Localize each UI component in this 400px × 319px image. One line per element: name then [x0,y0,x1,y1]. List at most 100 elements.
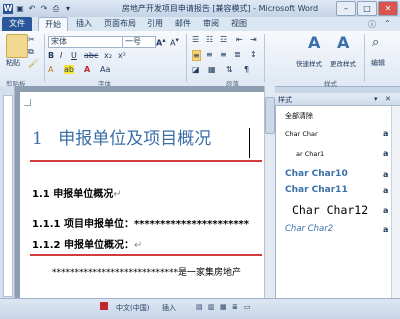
shading-icon[interactable]: ◪ [192,65,200,74]
style-type-icon: a [383,129,389,138]
pane-close-icon[interactable]: ✕ [385,95,391,103]
style-clear-all[interactable]: 全部清除 [285,111,313,121]
font-name-select[interactable]: 宋体 [48,36,124,48]
strikethrough-icon[interactable]: abc [84,51,98,60]
find-icon[interactable]: ⌕ [372,35,379,50]
ribbon: 粘贴 ✂ ⧉ 🖌 剪贴板 宋体 一号 A▴ A▾ B I U abc x₂ x²… [0,31,400,88]
justify-icon[interactable]: ≣ [234,50,241,59]
group-label-styles: 样式 [324,80,337,88]
italic-icon[interactable]: I [60,51,62,60]
tab-file[interactable]: 文件 [2,17,32,31]
view-draft-icon[interactable]: ▭ [244,303,251,311]
style-item[interactable]: ar Char1 [296,150,324,158]
format-painter-icon[interactable]: 🖌 [28,59,38,68]
sort-icon[interactable]: ⇅ [226,65,233,74]
style-item[interactable]: Char Char [285,130,318,138]
help-icon[interactable]: ⓘ [368,19,376,30]
status-insert-mode[interactable]: 插入 [162,303,176,313]
subscript-icon[interactable]: x₂ [104,51,112,60]
status-language[interactable]: 中文(中国) [116,303,149,313]
highlight-icon[interactable]: ab [64,65,74,74]
divider [44,34,45,82]
divider [364,34,365,82]
tab-review[interactable]: 审阅 [200,17,222,31]
heading-1-text: 申报单位及项目概况 [58,129,212,149]
tab-view[interactable]: 视图 [228,17,250,31]
word-logo-icon[interactable]: W [3,3,13,14]
superscript-icon[interactable]: x² [118,51,126,60]
borders-icon[interactable]: ▦ [208,65,216,74]
save-icon[interactable]: ▣ [15,4,25,14]
quick-styles-icon[interactable]: A [308,33,320,52]
font-size-select[interactable]: 一号 [122,36,156,48]
heading-1-number: 1 [32,129,43,149]
font-color-icon[interactable]: A [84,65,90,74]
shrink-font-icon[interactable]: A▾ [170,36,179,48]
proofing-icon[interactable] [100,302,108,310]
increase-indent-icon[interactable]: ⇥ [250,35,257,44]
heading-2[interactable]: 1.1 申报单位概况↵ [32,185,122,200]
style-item[interactable]: Char Char10 [285,169,348,179]
view-print-layout-icon[interactable]: ▤ [196,303,203,311]
scrollbar-thumb[interactable] [265,97,275,134]
underline-icon[interactable]: U [71,51,77,60]
styles-pane-header [275,93,400,106]
tab-insert[interactable]: 插入 [72,17,96,31]
view-web-icon[interactable]: ▦ [220,303,227,311]
customize-icon[interactable]: ▾ [63,4,73,14]
align-right-icon[interactable]: ≡ [220,50,227,59]
print-icon[interactable]: ⎙ [51,4,61,14]
styles-pane-scrollbar[interactable] [391,106,400,298]
style-item[interactable]: Char Char12 [292,203,368,217]
window-controls: – □ ✕ [336,1,398,16]
view-full-screen-icon[interactable]: ▥ [208,303,215,311]
heading-3-project-unit[interactable]: 1.1.1 项目申报单位：********************** [32,215,249,230]
multilevel-list-icon[interactable]: ☲ [220,35,227,44]
undo-icon[interactable]: ↶ [27,4,37,14]
body-text[interactable]: ****************************是一家集房地产 [52,265,241,278]
char-shading-icon[interactable]: Aa [100,65,110,74]
tab-references[interactable]: 引用 [144,17,166,31]
section-underline [30,254,262,256]
style-type-icon: a [383,225,389,234]
numbering-icon[interactable]: ☷ [206,35,213,44]
cut-icon[interactable]: ✂ [28,35,35,44]
view-outline-icon[interactable]: ≣ [232,303,238,311]
change-styles-icon[interactable]: A [337,33,349,52]
minimize-button[interactable]: – [336,1,356,16]
bold-icon[interactable]: B [48,51,54,60]
style-item[interactable]: Char Char2 [285,224,333,234]
redo-icon[interactable]: ↷ [39,4,49,14]
heading-underline [30,160,262,162]
show-marks-icon[interactable]: ¶ [244,65,249,74]
divider [186,34,187,82]
text-effects-icon[interactable]: A [48,65,53,74]
quick-access-toolbar: W ▣ ↶ ↷ ⎙ ▾ [3,2,73,15]
line-spacing-icon[interactable]: ↕ [250,50,257,59]
vertical-ruler [3,95,13,297]
heading-1[interactable]: 1 申报单位及项目概况 [32,124,211,149]
clipboard-icon [6,34,28,58]
copy-icon[interactable]: ⧉ [28,47,34,57]
decrease-indent-icon[interactable]: ⇤ [236,35,243,44]
heading-3-unit-overview[interactable]: 1.1.2 申报单位概况：↵ [32,236,142,251]
style-type-icon: a [383,186,389,195]
ribbon-collapse-icon[interactable]: ⌃ [384,19,391,28]
style-item[interactable]: Char Char11 [285,185,348,195]
tab-home[interactable]: 开始 [38,17,68,32]
maximize-button[interactable]: □ [357,1,377,16]
pane-options-icon[interactable]: ▾ [374,95,378,103]
grow-font-icon[interactable]: A▴ [156,36,166,48]
window-title: 房地产开发项目申请报告 [兼容模式] - Microsoft Word [121,4,319,13]
editing-button[interactable]: 编辑 [371,58,385,68]
tab-page-layout[interactable]: 页面布局 [102,17,138,31]
bullets-icon[interactable]: ☰ [192,35,199,44]
tab-mailings[interactable]: 邮件 [172,17,194,31]
close-button[interactable]: ✕ [378,1,398,16]
paste-button[interactable]: 粘贴 [6,58,20,68]
margin-corner [24,99,31,106]
change-styles-button[interactable]: 更改样式 [330,58,356,68]
quick-styles-button[interactable]: 快速样式 [296,58,322,68]
align-left-icon[interactable]: ≡ [192,50,201,61]
align-center-icon[interactable]: ≡ [206,50,213,59]
